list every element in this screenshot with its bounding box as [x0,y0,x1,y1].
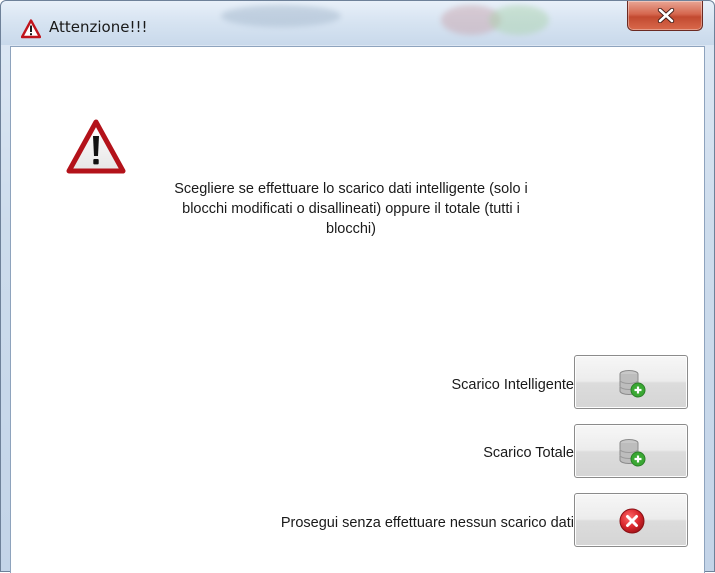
skip-download-button[interactable] [574,493,688,547]
message-line: blocchi modificati o disallineati) oppur… [182,201,520,217]
database-add-icon [619,439,646,467]
close-button[interactable] [627,1,703,31]
warning-exclamation-icon [66,119,126,174]
window-frame-edge [1,46,10,573]
warning-triangle-icon [21,19,41,39]
title-bar[interactable]: Attenzione!!! [1,1,714,45]
full-download-label: Scarico Totale [483,445,574,461]
dialog-message: Scegliere se effettuare lo scarico dati … [171,179,531,239]
smart-download-label: Scarico Intelligente [451,377,574,393]
skip-download-label: Prosegui senza effettuare nessun scarico… [280,515,574,531]
smart-download-button[interactable] [574,355,688,409]
titlebar-reflection [221,5,341,27]
window-title: Attenzione!!! [49,18,148,36]
database-add-icon [619,370,646,398]
full-download-button[interactable] [574,424,688,478]
titlebar-reflection [489,5,549,35]
close-x-icon [657,8,675,23]
dialog-window: Attenzione!!! Scegliere se effettuare lo… [0,0,715,573]
dialog-content: Scegliere se effettuare lo scarico dati … [10,46,705,573]
red-cancel-icon [619,508,645,534]
message-line: blocchi) [326,221,376,237]
message-line: Scegliere se effettuare lo scarico dati … [174,181,528,197]
